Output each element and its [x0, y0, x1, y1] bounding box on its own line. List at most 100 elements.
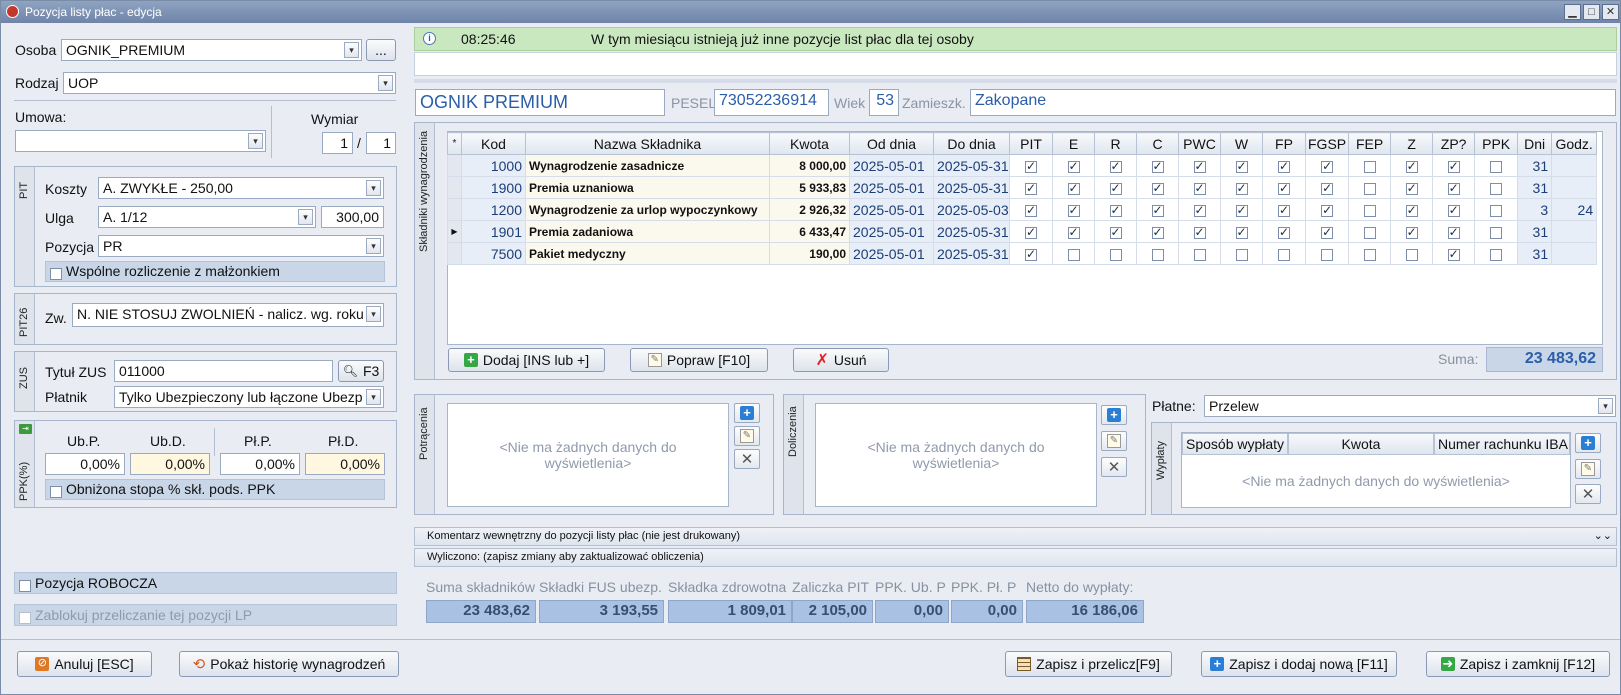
- cell-flag[interactable]: [1052, 220, 1095, 243]
- platnik-combo[interactable]: Tylko Ubezpieczony lub łączone Ubezp ▾: [114, 386, 384, 408]
- flag-checkbox[interactable]: [1151, 181, 1164, 195]
- cell-od[interactable]: 2025-05-01: [849, 198, 934, 221]
- column-header[interactable]: PIT: [1009, 132, 1053, 155]
- cell-nazwa[interactable]: Wynagrodzenie zasadnicze: [525, 154, 770, 177]
- flag-checkbox[interactable]: [1193, 181, 1206, 195]
- cell-flag[interactable]: [1348, 154, 1392, 177]
- wymiar-numerator[interactable]: 1: [322, 132, 353, 154]
- cell-flag[interactable]: [1052, 198, 1095, 221]
- column-header[interactable]: Kwota: [769, 132, 850, 155]
- cell-flag[interactable]: [1178, 154, 1221, 177]
- column-header[interactable]: Do dnia: [933, 132, 1010, 155]
- row-indicator[interactable]: ▶: [447, 220, 462, 243]
- flag-checkbox[interactable]: [1447, 225, 1460, 239]
- edit-component-button[interactable]: ✎ Popraw [F10]: [630, 348, 768, 372]
- flag-checkbox[interactable]: [1193, 225, 1206, 239]
- flag-checkbox[interactable]: [1193, 159, 1206, 173]
- cell-flag[interactable]: [1474, 198, 1519, 221]
- row-indicator[interactable]: [447, 198, 462, 221]
- cell-kod[interactable]: 1901: [461, 220, 526, 243]
- chevron-down-icon[interactable]: ▾: [366, 238, 381, 254]
- flag-checkbox[interactable]: [1025, 203, 1037, 217]
- platne-combo[interactable]: Przelew ▾: [1204, 395, 1616, 417]
- column-header[interactable]: Godz.: [1551, 132, 1598, 155]
- zablokuj-row[interactable]: Zablokuj przeliczanie tej pozycji LP: [14, 604, 397, 626]
- cell-kod[interactable]: 7500: [461, 242, 526, 265]
- cell-godz[interactable]: 24: [1551, 198, 1598, 221]
- wyplaty-col-iban[interactable]: Numer rachunku IBAN: [1434, 433, 1570, 455]
- cell-nazwa[interactable]: Premia uznaniowa: [525, 176, 770, 199]
- zw-combo[interactable]: N. NIE STOSUJ ZWOLNIEŃ - nalicz. wg. rok…: [72, 303, 384, 327]
- cell-flag[interactable]: [1432, 198, 1476, 221]
- cell-flag[interactable]: [1304, 154, 1350, 177]
- cell-flag[interactable]: [1136, 154, 1179, 177]
- cell-flag[interactable]: [1390, 176, 1434, 199]
- table-row[interactable]: ▶ 1901 Premia zadaniowa 6 433,47 2025-05-01 2…: [447, 220, 1598, 243]
- flag-checkbox[interactable]: [1405, 203, 1418, 217]
- wyplaty-add-button[interactable]: +: [1575, 433, 1601, 453]
- cell-flag[interactable]: [1094, 176, 1137, 199]
- flag-checkbox[interactable]: [1321, 225, 1334, 239]
- column-header[interactable]: E: [1052, 132, 1095, 155]
- ppk-export-icon[interactable]: ⇥: [19, 424, 32, 434]
- robocza-checkbox[interactable]: [19, 580, 31, 593]
- expand-chevron-icon[interactable]: ⌄⌄: [1594, 529, 1612, 542]
- ppk-ubp-field[interactable]: 0,00%: [45, 453, 125, 475]
- cell-kwota[interactable]: 8 000,00: [769, 154, 850, 177]
- flag-checkbox[interactable]: [1025, 225, 1037, 239]
- chevron-down-icon[interactable]: ▾: [298, 209, 313, 225]
- flag-checkbox[interactable]: [1447, 247, 1460, 261]
- cell-flag[interactable]: [1094, 154, 1137, 177]
- cell-kod[interactable]: 1900: [461, 176, 526, 199]
- cell-flag[interactable]: [1474, 154, 1519, 177]
- cell-flag[interactable]: [1136, 242, 1179, 265]
- maximize-button[interactable]: □: [1583, 4, 1600, 20]
- cell-flag[interactable]: [1009, 220, 1053, 243]
- close-button[interactable]: ✕: [1602, 4, 1619, 20]
- cell-kod[interactable]: 1000: [461, 154, 526, 177]
- robocza-row[interactable]: Pozycja ROBOCZA: [14, 572, 397, 594]
- flag-checkbox[interactable]: [1405, 181, 1418, 195]
- save-add-button[interactable]: + Zapisz i dodaj nową [F11]: [1201, 651, 1397, 677]
- minimize-button[interactable]: ▁: [1564, 4, 1581, 20]
- cell-do[interactable]: 2025-05-31: [933, 176, 1010, 199]
- column-header[interactable]: FEP: [1348, 132, 1392, 155]
- history-button[interactable]: ⟲ Pokaż historię wynagrodzeń: [179, 651, 399, 677]
- cell-flag[interactable]: [1390, 242, 1434, 265]
- column-header[interactable]: Z: [1390, 132, 1434, 155]
- cell-nazwa[interactable]: Premia zadaniowa: [525, 220, 770, 243]
- cell-flag[interactable]: [1094, 242, 1137, 265]
- flag-checkbox[interactable]: [1235, 203, 1248, 217]
- flag-checkbox[interactable]: [1109, 181, 1122, 195]
- chevron-down-icon[interactable]: ▾: [378, 75, 393, 91]
- cell-kwota[interactable]: 5 933,83: [769, 176, 850, 199]
- flag-checkbox[interactable]: [1193, 248, 1206, 261]
- row-indicator[interactable]: [447, 176, 462, 199]
- cell-flag[interactable]: [1009, 154, 1053, 177]
- cell-do[interactable]: 2025-05-03: [933, 198, 1010, 221]
- cell-dni[interactable]: 31: [1517, 242, 1553, 265]
- cell-flag[interactable]: [1094, 220, 1137, 243]
- column-header[interactable]: Od dnia: [849, 132, 934, 155]
- cell-flag[interactable]: [1432, 176, 1476, 199]
- row-indicator[interactable]: [447, 242, 462, 265]
- cell-flag[interactable]: [1432, 154, 1476, 177]
- flag-checkbox[interactable]: [1447, 159, 1460, 173]
- column-header[interactable]: FGSP: [1304, 132, 1350, 155]
- flag-checkbox[interactable]: [1363, 226, 1376, 239]
- flag-checkbox[interactable]: [1235, 159, 1248, 173]
- flag-checkbox[interactable]: [1278, 248, 1290, 261]
- flag-checkbox[interactable]: [1447, 203, 1460, 217]
- rodzaj-combo[interactable]: UOP ▾: [63, 72, 396, 94]
- ppk-plp-field[interactable]: 0,00%: [220, 453, 300, 475]
- cell-flag[interactable]: [1262, 242, 1306, 265]
- cell-godz[interactable]: [1551, 242, 1598, 265]
- flag-checkbox[interactable]: [1151, 203, 1164, 217]
- cell-flag[interactable]: [1052, 154, 1095, 177]
- cell-do[interactable]: 2025-05-31: [933, 154, 1010, 177]
- flag-checkbox[interactable]: [1025, 247, 1037, 261]
- flag-checkbox[interactable]: [1109, 203, 1122, 217]
- delete-component-button[interactable]: ✗ Usuń: [793, 348, 889, 372]
- cell-flag[interactable]: [1474, 242, 1519, 265]
- cell-flag[interactable]: [1304, 176, 1350, 199]
